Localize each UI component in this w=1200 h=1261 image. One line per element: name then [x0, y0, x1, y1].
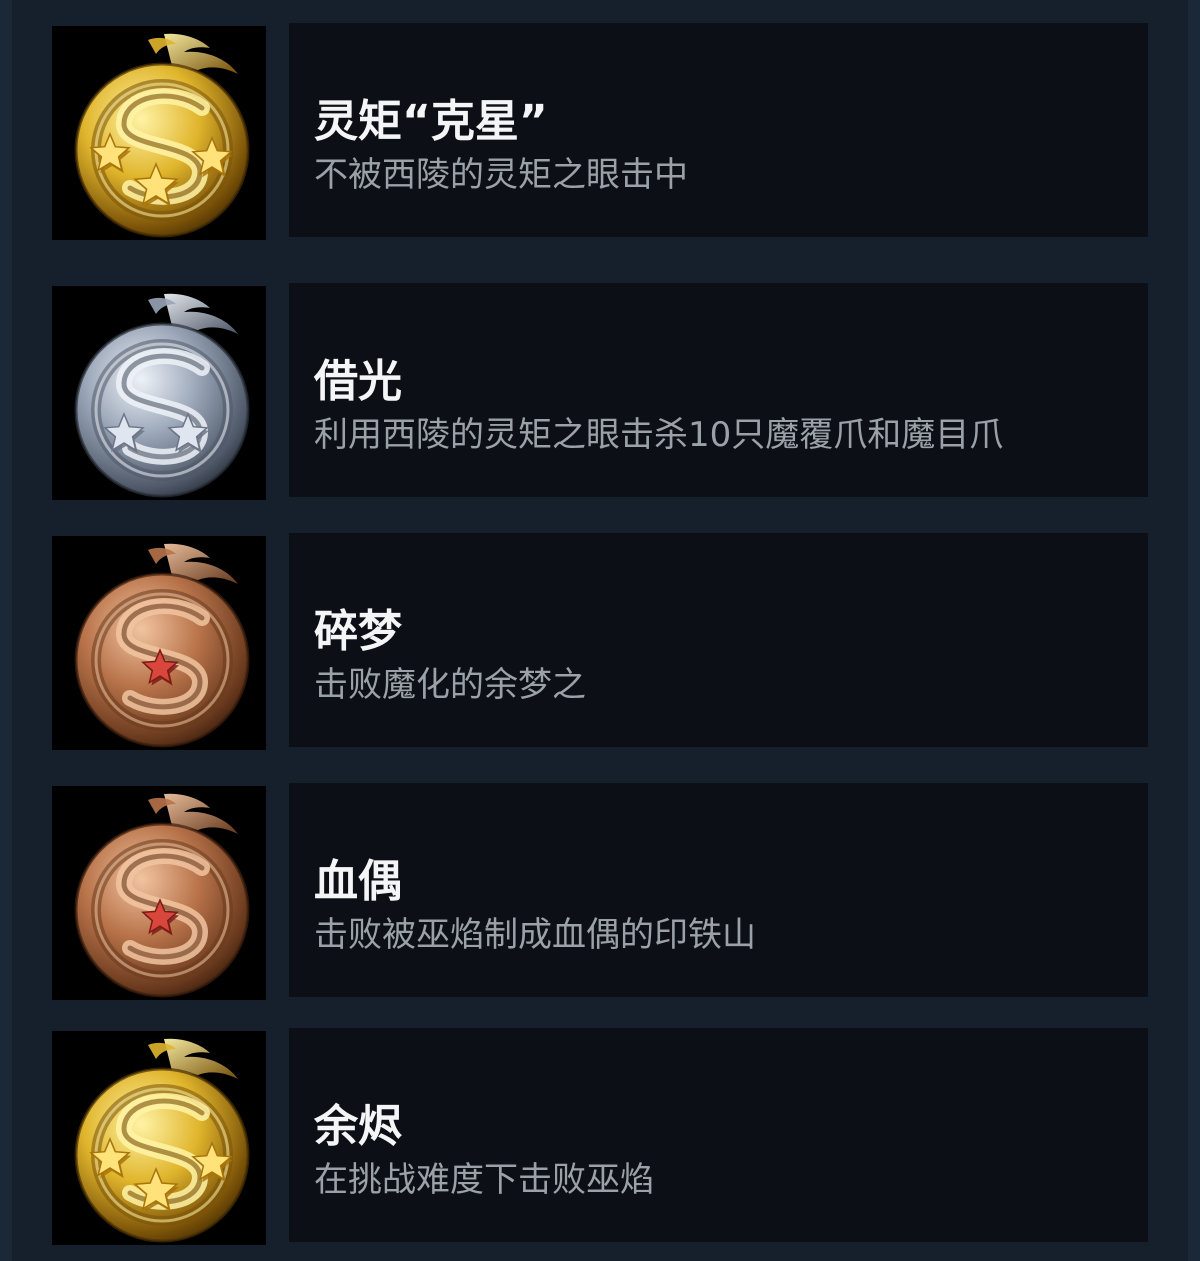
gold-dragon-medal-icon	[74, 33, 250, 238]
achievement-description: 击败被巫焰制成血偶的印铁山	[314, 915, 756, 955]
achievement-card: 借光 利用西陵的灵矩之眼击杀10只魔覆爪和魔目爪	[289, 283, 1148, 497]
achievement-badge	[52, 786, 266, 1000]
achievement-row[interactable]: 血偶 击败被巫焰制成血偶的印铁山	[0, 783, 1200, 1000]
achievement-row[interactable]: 余烬 在挑战难度下击败巫焰	[0, 1028, 1200, 1245]
achievement-badge	[52, 286, 266, 500]
achievement-description: 在挑战难度下击败巫焰	[314, 1160, 654, 1200]
achievement-card: 灵矩“克星” 不被西陵的灵矩之眼击中	[289, 23, 1148, 237]
achievement-badge	[52, 26, 266, 240]
achievement-row[interactable]: 灵矩“克星” 不被西陵的灵矩之眼击中	[0, 23, 1200, 240]
achievement-card: 血偶 击败被巫焰制成血偶的印铁山	[289, 783, 1148, 997]
achievement-badge	[52, 536, 266, 750]
achievement-badge	[52, 1031, 266, 1245]
bronze-dragon-medal-icon	[74, 793, 250, 998]
achievement-card: 碎梦 击败魔化的余梦之	[289, 533, 1148, 747]
achievement-row[interactable]: 借光 利用西陵的灵矩之眼击杀10只魔覆爪和魔目爪	[0, 283, 1200, 500]
achievement-title: 余烬	[314, 1101, 402, 1152]
bronze-dragon-medal-icon	[74, 543, 250, 748]
silver-dragon-medal-icon	[74, 293, 250, 498]
achievement-title: 血偶	[314, 856, 402, 907]
achievement-row[interactable]: 碎梦 击败魔化的余梦之	[0, 533, 1200, 750]
achievement-title: 碎梦	[314, 606, 402, 657]
achievement-card: 余烬 在挑战难度下击败巫焰	[289, 1028, 1148, 1242]
achievement-description: 利用西陵的灵矩之眼击杀10只魔覆爪和魔目爪	[314, 415, 1004, 455]
achievement-description: 不被西陵的灵矩之眼击中	[314, 155, 688, 195]
gold-dragon-medal-icon	[74, 1038, 250, 1243]
achievement-title: 灵矩“克星”	[314, 96, 548, 147]
achievement-description: 击败魔化的余梦之	[314, 665, 586, 705]
achievement-title: 借光	[314, 356, 402, 407]
